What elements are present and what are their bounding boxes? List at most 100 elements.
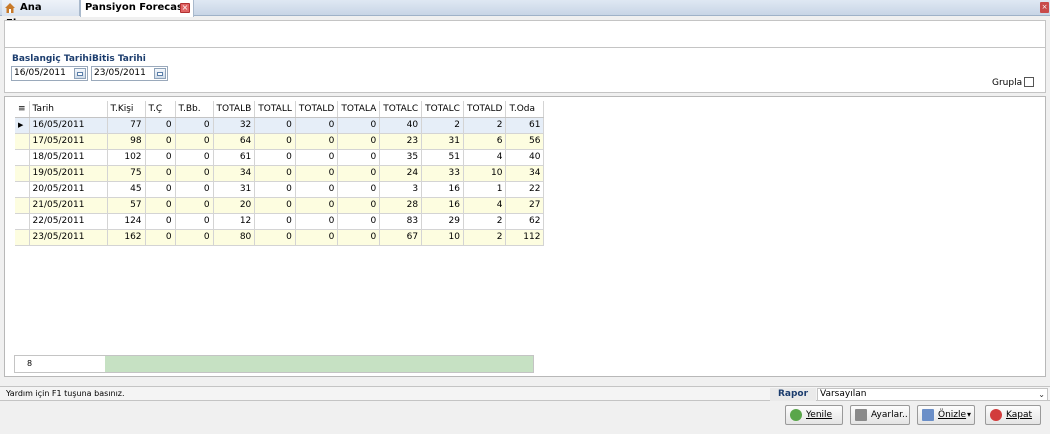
table-cell[interactable]: 4	[463, 197, 507, 214]
column-header[interactable]: TOTALL	[254, 101, 296, 118]
chevron-down-icon[interactable]: ▾	[967, 406, 971, 424]
table-cell[interactable]: 0	[145, 165, 176, 182]
table-cell[interactable]: 102	[107, 149, 146, 166]
column-header[interactable]: T.Ç	[145, 101, 176, 118]
table-cell[interactable]: 0	[337, 165, 381, 182]
table-cell[interactable]: 0	[145, 149, 176, 166]
window-close-icon[interactable]: ×	[1040, 2, 1049, 13]
table-cell[interactable]: 34	[213, 165, 256, 182]
table-cell[interactable]: 98	[107, 133, 146, 150]
table-cell[interactable]: 16	[421, 197, 464, 214]
table-cell[interactable]: 2	[463, 229, 507, 246]
column-header[interactable]: TOTALD	[295, 101, 339, 118]
table-cell[interactable]: 64	[213, 133, 256, 150]
column-header[interactable]: T.Oda	[505, 101, 545, 118]
table-cell[interactable]: 6	[463, 133, 507, 150]
table-row[interactable]: 19/05/2011 75 0 0 34 0 0 0 24 33 10 34	[15, 165, 545, 182]
table-cell[interactable]: 0	[337, 133, 381, 150]
table-cell[interactable]: 20/05/2011	[29, 181, 108, 198]
table-cell[interactable]: 0	[295, 197, 339, 214]
table-row[interactable]: 17/05/2011 98 0 0 64 0 0 0 23 31 6 56	[15, 133, 545, 150]
table-cell[interactable]: 0	[337, 117, 381, 134]
table-cell[interactable]: 80	[213, 229, 256, 246]
table-row[interactable]: ▶ 16/05/2011 77 0 0 32 0 0 0 40 2 2 61	[15, 117, 545, 134]
tab-home[interactable]: Ana Ekran	[2, 0, 80, 29]
table-cell[interactable]: 0	[145, 229, 176, 246]
column-header[interactable]: TOTALA	[337, 101, 381, 118]
table-cell[interactable]: 12	[213, 213, 256, 230]
group-checkbox[interactable]	[1024, 77, 1034, 87]
table-cell[interactable]: 61	[505, 117, 545, 134]
table-cell[interactable]: 22	[505, 181, 545, 198]
table-cell[interactable]: 75	[107, 165, 146, 182]
table-cell[interactable]: 34	[505, 165, 545, 182]
table-cell[interactable]: 162	[107, 229, 146, 246]
table-cell[interactable]: 0	[175, 117, 214, 134]
table-cell[interactable]: 32	[213, 117, 256, 134]
table-cell[interactable]: 21/05/2011	[29, 197, 108, 214]
table-cell[interactable]: 3	[379, 181, 423, 198]
end-date-field[interactable]: 23/05/2011	[91, 66, 168, 81]
table-cell[interactable]: 0	[295, 133, 339, 150]
table-cell[interactable]: 2	[463, 117, 507, 134]
refresh-button[interactable]: Yenile	[785, 405, 843, 425]
table-cell[interactable]: 83	[379, 213, 423, 230]
table-cell[interactable]: 24	[379, 165, 423, 182]
preview-button[interactable]: Önizle ▾	[917, 405, 975, 425]
table-cell[interactable]: 20	[213, 197, 256, 214]
table-cell[interactable]: 10	[463, 165, 507, 182]
settings-button[interactable]: Ayarlar..	[850, 405, 910, 425]
table-cell[interactable]: 23/05/2011	[29, 229, 108, 246]
table-cell[interactable]: 0	[337, 181, 381, 198]
table-cell[interactable]: 2	[463, 213, 507, 230]
table-cell[interactable]: 0	[295, 149, 339, 166]
table-cell[interactable]: 28	[379, 197, 423, 214]
table-cell[interactable]: 77	[107, 117, 146, 134]
report-select[interactable]: Varsayılan ⌄	[817, 388, 1048, 401]
table-cell[interactable]: 23	[379, 133, 423, 150]
table-cell[interactable]: 0	[175, 229, 214, 246]
table-cell[interactable]: 61	[213, 149, 256, 166]
table-cell[interactable]: 124	[107, 213, 146, 230]
table-cell[interactable]: 4	[463, 149, 507, 166]
column-header[interactable]: Tarih	[29, 101, 108, 118]
column-header[interactable]: T.Kişi	[107, 101, 146, 118]
table-row[interactable]: 18/05/2011 102 0 0 61 0 0 0 35 51 4 40	[15, 149, 545, 166]
table-row[interactable]: 23/05/2011 162 0 0 80 0 0 0 67 10 2 112	[15, 229, 545, 246]
table-cell[interactable]: 0	[337, 197, 381, 214]
table-cell[interactable]: 0	[254, 181, 296, 198]
table-cell[interactable]: 0	[145, 213, 176, 230]
table-cell[interactable]: 33	[421, 165, 464, 182]
table-cell[interactable]: 22/05/2011	[29, 213, 108, 230]
table-cell[interactable]: 29	[421, 213, 464, 230]
table-cell[interactable]: 67	[379, 229, 423, 246]
table-cell[interactable]: 2	[421, 117, 464, 134]
table-cell[interactable]: 0	[145, 181, 176, 198]
table-cell[interactable]: 19/05/2011	[29, 165, 108, 182]
table-cell[interactable]: 18/05/2011	[29, 149, 108, 166]
tab-close-icon[interactable]: ×	[180, 3, 190, 13]
table-cell[interactable]: 0	[337, 229, 381, 246]
table-cell[interactable]: 17/05/2011	[29, 133, 108, 150]
column-header[interactable]: TOTALB	[213, 101, 256, 118]
column-header[interactable]: TOTALC	[421, 101, 464, 118]
table-cell[interactable]: 0	[254, 117, 296, 134]
column-header[interactable]: TOTALD	[463, 101, 507, 118]
table-row[interactable]: 22/05/2011 124 0 0 12 0 0 0 83 29 2 62	[15, 213, 545, 230]
column-header[interactable]: T.Bb.	[175, 101, 214, 118]
calendar-icon[interactable]	[74, 68, 86, 79]
table-cell[interactable]: 31	[213, 181, 256, 198]
table-cell[interactable]: 62	[505, 213, 545, 230]
table-cell[interactable]: 0	[254, 229, 296, 246]
table-cell[interactable]: 51	[421, 149, 464, 166]
table-cell[interactable]: 0	[145, 133, 176, 150]
table-cell[interactable]: 40	[505, 149, 545, 166]
table-cell[interactable]: 0	[145, 117, 176, 134]
table-cell[interactable]: 40	[379, 117, 423, 134]
table-cell[interactable]: 16/05/2011	[29, 117, 108, 134]
table-cell[interactable]: 0	[145, 197, 176, 214]
table-cell[interactable]: 0	[175, 181, 214, 198]
table-cell[interactable]: 0	[175, 165, 214, 182]
start-date-field[interactable]: 16/05/2011	[11, 66, 88, 81]
close-button[interactable]: Kapat	[985, 405, 1041, 425]
